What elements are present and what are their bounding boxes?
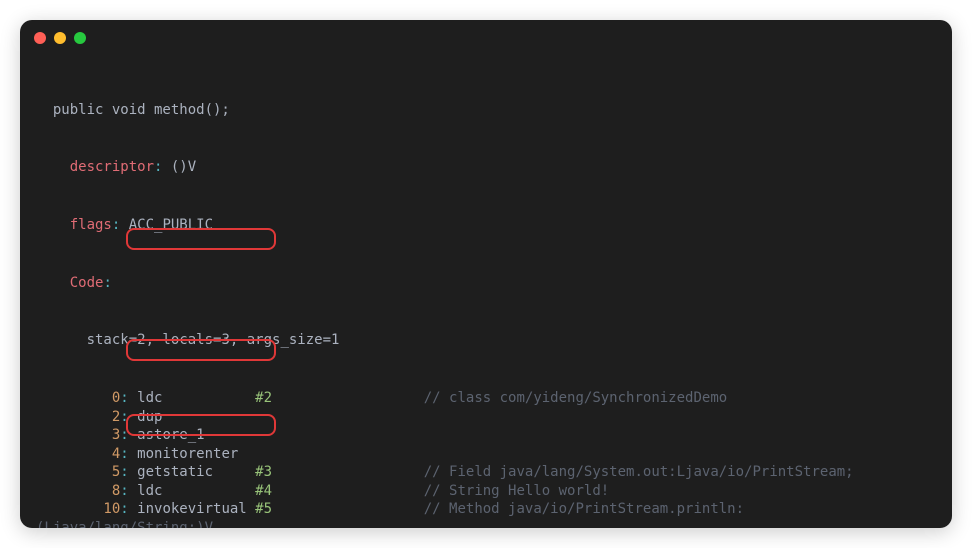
bytecode-instruction-wrap: (Ljava/lang/String;)V bbox=[36, 519, 936, 528]
titlebar bbox=[20, 20, 952, 56]
instruction-comment: // class com/yideng/SynchronizedDemo bbox=[424, 389, 727, 409]
terminal-window: public void method(); descriptor: ()V fl… bbox=[20, 20, 952, 528]
instruction-offset: 5 bbox=[36, 463, 120, 483]
stack-info-line: stack=2, locals=3, args_size=1 bbox=[36, 332, 936, 351]
descriptor-line: descriptor: ()V bbox=[36, 159, 936, 178]
instruction-opcode: getstatic bbox=[137, 463, 255, 483]
instruction-comment: // Method java/io/PrintStream.println: bbox=[424, 500, 744, 520]
minimize-icon[interactable] bbox=[54, 32, 66, 44]
maximize-icon[interactable] bbox=[74, 32, 86, 44]
instruction-opcode: invokevirtual bbox=[137, 500, 255, 520]
instruction-comment: // String Hello world! bbox=[424, 482, 609, 502]
close-icon[interactable] bbox=[34, 32, 46, 44]
method-signature: public void method(); bbox=[36, 101, 936, 120]
bytecode-instruction: 8: ldc #4 // String Hello world! bbox=[36, 482, 936, 501]
instruction-ref: #5 bbox=[255, 500, 272, 520]
flags-line: flags: ACC_PUBLIC bbox=[36, 217, 936, 236]
instruction-offset: 10 bbox=[36, 500, 120, 520]
instruction-opcode: astore_1 bbox=[137, 426, 204, 446]
instruction-offset: 8 bbox=[36, 482, 120, 502]
bytecode-instruction: 3: astore_1 bbox=[36, 427, 936, 446]
instruction-offset: 4 bbox=[36, 445, 120, 465]
bytecode-instruction: 2: dup bbox=[36, 408, 936, 427]
instruction-opcode: monitorenter bbox=[137, 445, 238, 465]
instruction-comment-wrap: (Ljava/lang/String;)V bbox=[36, 519, 213, 528]
code-content: public void method(); descriptor: ()V fl… bbox=[20, 56, 952, 528]
instruction-opcode: ldc bbox=[137, 482, 255, 502]
bytecode-instruction: 5: getstatic #3 // Field java/lang/Syste… bbox=[36, 464, 936, 483]
bytecode-instruction: 10: invokevirtual #5 // Method java/io/P… bbox=[36, 501, 936, 520]
bytecode-instruction: 0: ldc #2 // class com/yideng/Synchroniz… bbox=[36, 390, 936, 409]
instruction-offset: 0 bbox=[36, 389, 120, 409]
instruction-ref: #2 bbox=[255, 389, 272, 409]
code-label-line: Code: bbox=[36, 274, 936, 293]
instruction-ref: #4 bbox=[255, 482, 272, 502]
instruction-offset: 2 bbox=[36, 408, 120, 428]
instruction-offset: 3 bbox=[36, 426, 120, 446]
instruction-opcode: dup bbox=[137, 408, 162, 428]
instruction-ref: #3 bbox=[255, 463, 272, 483]
instruction-comment: // Field java/lang/System.out:Ljava/io/P… bbox=[424, 463, 854, 483]
instruction-opcode: ldc bbox=[137, 389, 255, 409]
bytecode-instruction: 4: monitorenter bbox=[36, 445, 936, 464]
